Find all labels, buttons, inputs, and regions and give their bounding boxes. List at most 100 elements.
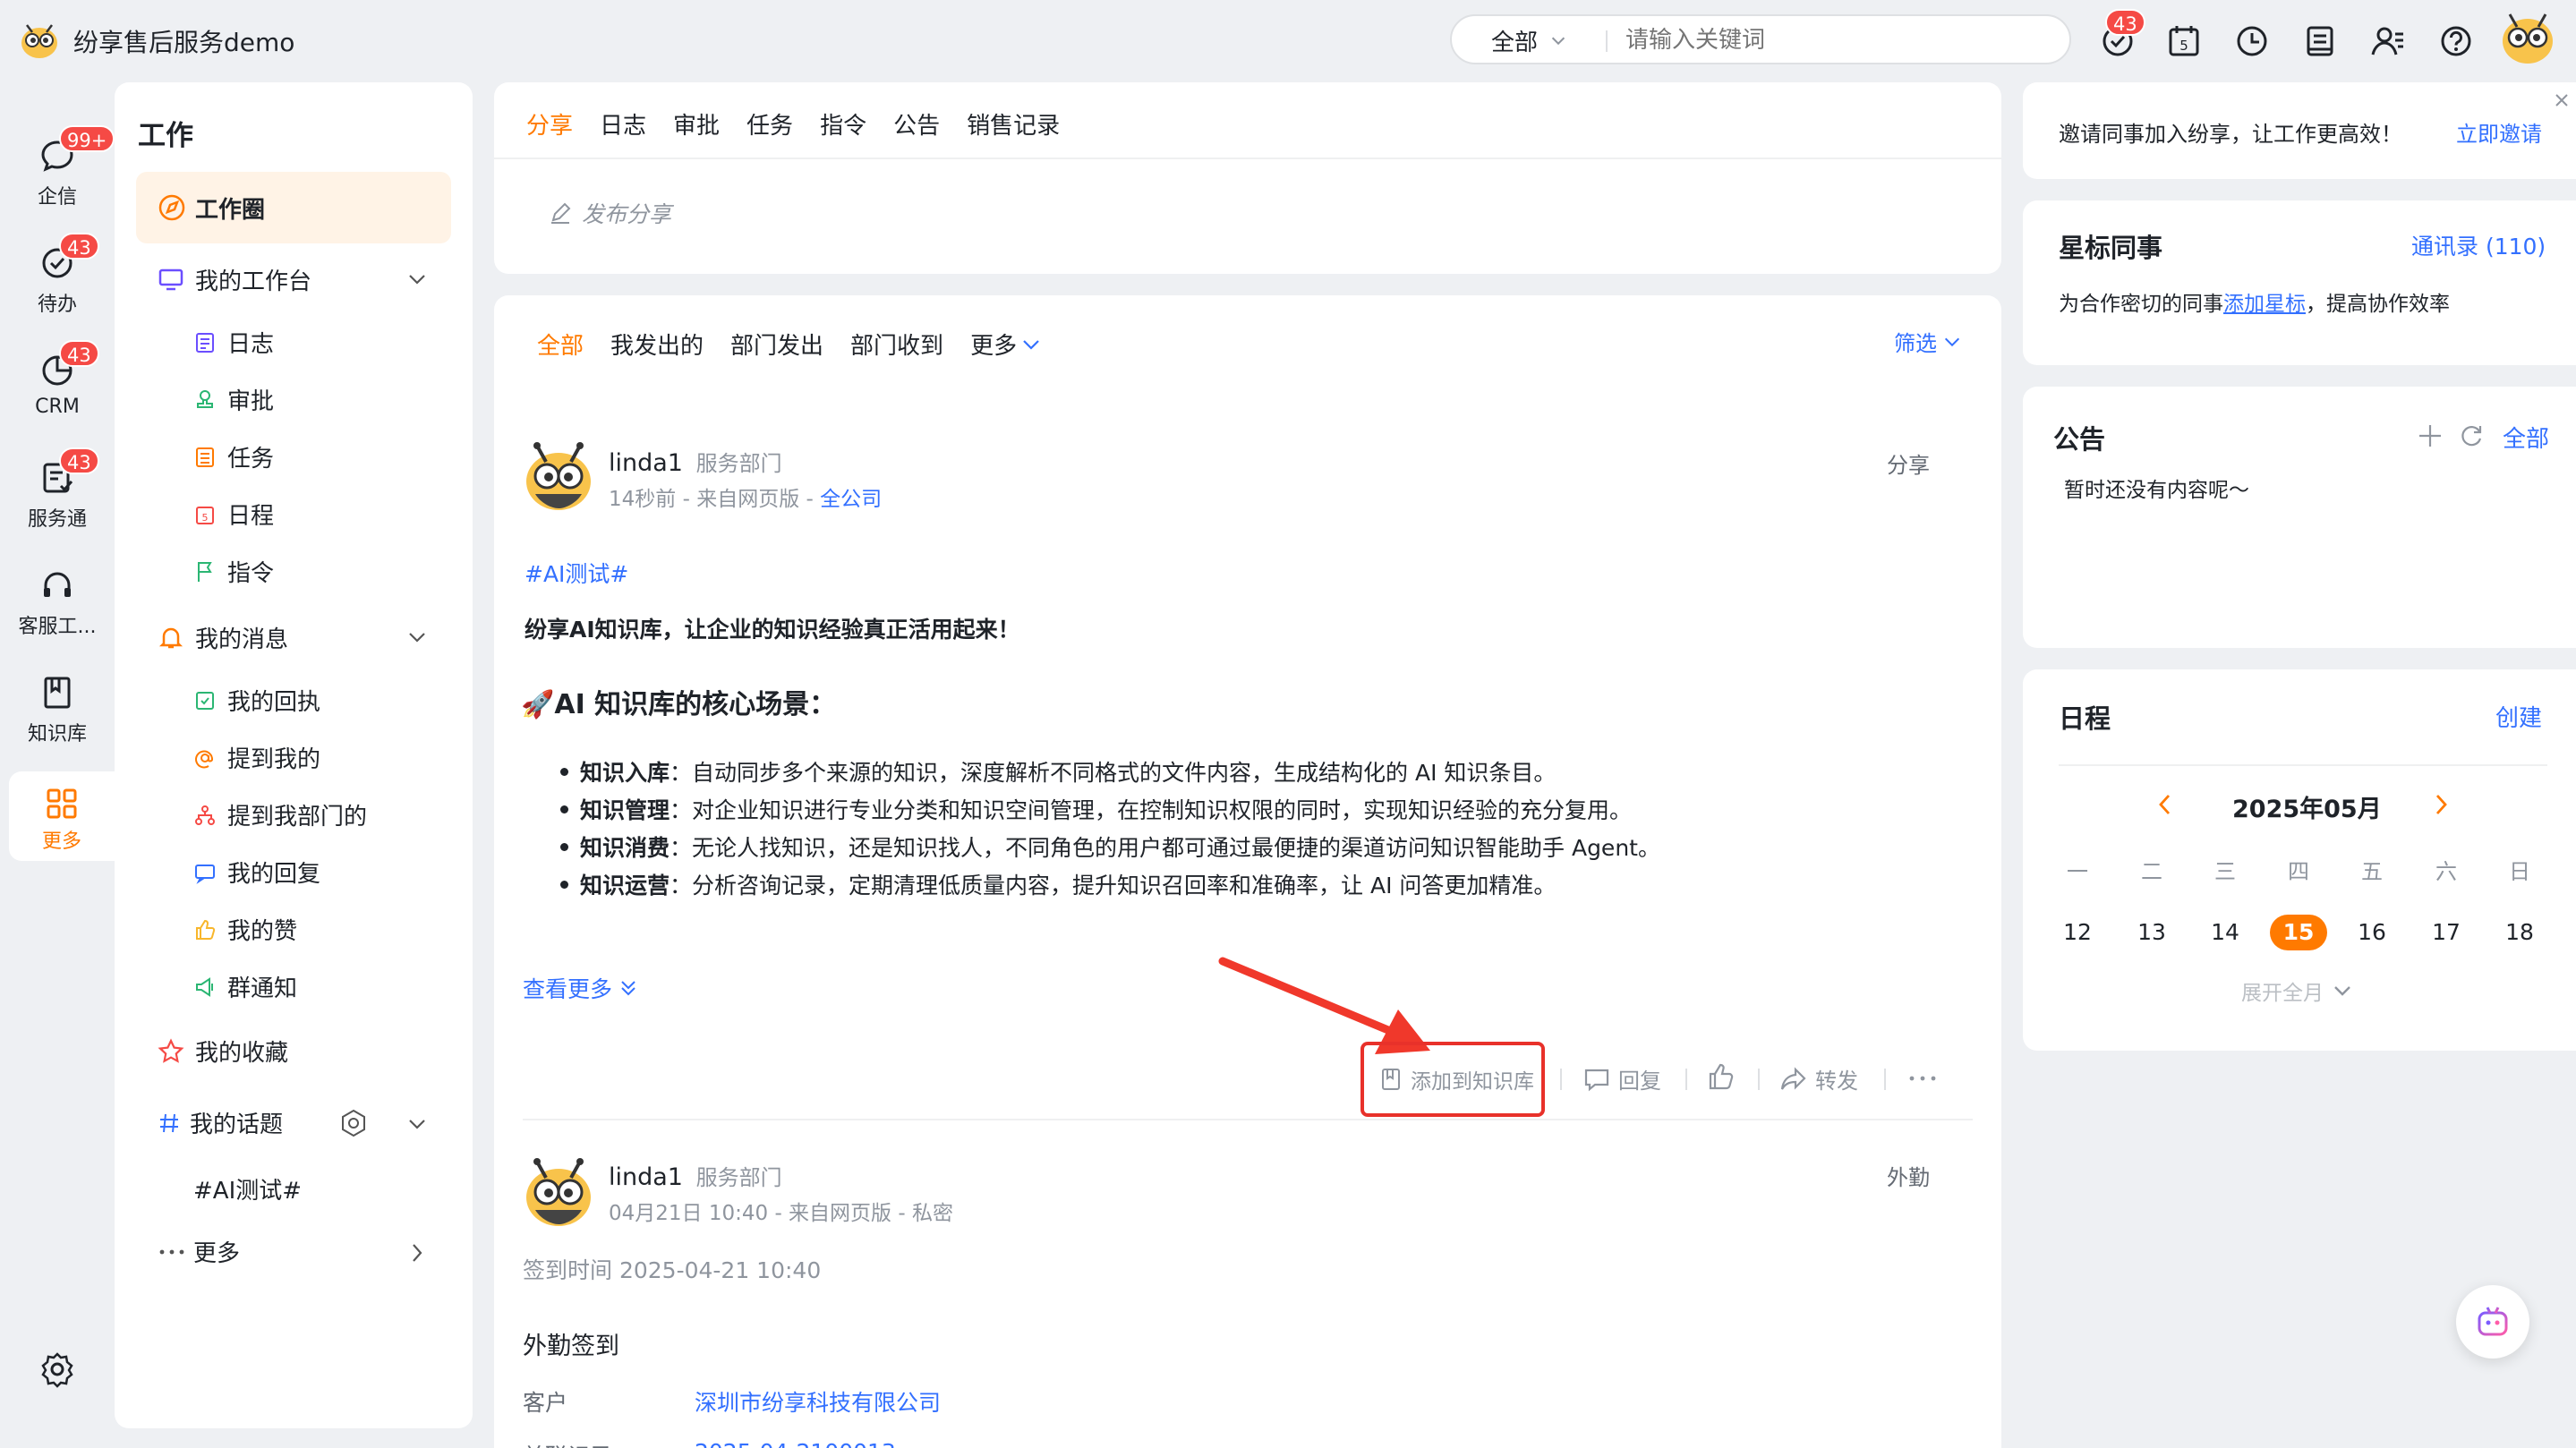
sidebar-item-schedule[interactable]: 5 日程 xyxy=(193,498,274,531)
tab-log[interactable]: 日志 xyxy=(600,107,646,141)
help-icon[interactable] xyxy=(2436,21,2476,61)
sidebar-item-dept-mentions[interactable]: 提到我部门的 xyxy=(193,798,367,831)
post-avatar[interactable] xyxy=(521,439,596,514)
contacts-link[interactable]: 通讯录 (110) xyxy=(2411,229,2546,261)
calendar-day[interactable]: 17 xyxy=(2418,915,2475,950)
post-author[interactable]: linda1 xyxy=(609,449,683,477)
post-scope-link[interactable]: 全公司 xyxy=(820,488,882,511)
next-month-icon[interactable] xyxy=(2427,791,2454,818)
prev-month-icon[interactable] xyxy=(2152,791,2179,818)
sidebar-item-command[interactable]: 指令 xyxy=(193,555,274,588)
sidebar-item-task[interactable]: 任务 xyxy=(193,440,274,473)
post-topic-link[interactable]: #AI测试# xyxy=(525,557,628,589)
post-author[interactable]: linda1 xyxy=(609,1163,683,1191)
search-scope-select[interactable]: 全部 xyxy=(1491,25,1568,56)
calendar-day[interactable]: 13 xyxy=(2123,915,2180,950)
calendar-day[interactable]: 12 xyxy=(2049,915,2106,950)
plus-icon[interactable] xyxy=(2417,422,2444,449)
ai-assistant-button[interactable] xyxy=(2456,1285,2529,1359)
calendar-day[interactable]: 18 xyxy=(2491,915,2548,950)
sidebar-item-mentions[interactable]: 提到我的 xyxy=(193,741,320,774)
invite-link[interactable]: 立即邀请 xyxy=(2456,116,2542,148)
like-icon[interactable] xyxy=(1706,1061,1736,1092)
tab-share[interactable]: 分享 xyxy=(526,107,573,141)
sidebar-item-work-circle[interactable]: 工作圈 xyxy=(136,172,451,243)
tab-task[interactable]: 任务 xyxy=(746,107,793,141)
add-to-knowledge-button[interactable]: 添加到知识库 xyxy=(1361,1042,1545,1117)
settings-icon[interactable] xyxy=(38,1350,77,1389)
forward-button[interactable]: 转发 xyxy=(1779,1063,1858,1095)
rail-badge: 43 xyxy=(59,447,99,474)
announcement-all-link[interactable]: 全部 xyxy=(2503,421,2549,454)
more-actions-icon[interactable] xyxy=(1906,1067,1939,1090)
sidebar-item-replies[interactable]: 我的回复 xyxy=(193,856,320,889)
bullet-term: 知识消费 xyxy=(580,835,670,861)
sidebar-item-group-notice[interactable]: 群通知 xyxy=(193,970,297,1003)
calendar-day-today[interactable]: 15 xyxy=(2270,915,2327,950)
sidebar-item-likes[interactable]: 我的赞 xyxy=(193,913,297,946)
search-divider xyxy=(1606,30,1608,52)
expand-month-button[interactable]: 展开全月 xyxy=(2241,975,2354,1006)
tab-approval[interactable]: 审批 xyxy=(673,107,720,141)
app-logo[interactable] xyxy=(18,18,61,61)
chevron-down-icon[interactable] xyxy=(405,267,430,292)
sidebar-item-more[interactable]: 更多 xyxy=(158,1235,240,1268)
chevron-right-icon[interactable] xyxy=(405,1240,430,1265)
rail-item-customer-service[interactable]: 客服工... xyxy=(0,566,115,639)
calendar-icon[interactable]: 5 xyxy=(2164,21,2204,61)
schedule-create-link[interactable]: 创建 xyxy=(2495,700,2542,733)
calendar-day[interactable]: 16 xyxy=(2343,915,2401,950)
sidebar-item-label: 日程 xyxy=(227,503,275,530)
sidebar-item-receipt[interactable]: 我的回执 xyxy=(193,684,320,717)
weekday-label: 四 xyxy=(2288,859,2309,884)
tab-sales-record[interactable]: 销售记录 xyxy=(967,107,1060,141)
sidebar-item-approval[interactable]: 审批 xyxy=(193,383,274,416)
calendar-day[interactable]: 14 xyxy=(2196,915,2254,950)
rail-item-todo[interactable]: 待办 xyxy=(0,243,115,317)
close-icon[interactable] xyxy=(2553,91,2571,109)
bullet-term: 知识入库 xyxy=(580,760,670,786)
tab-notice[interactable]: 公告 xyxy=(893,107,940,141)
starred-title: 星标同事 xyxy=(2059,233,2163,263)
notes-icon[interactable] xyxy=(2300,21,2340,61)
checkin-heading: 外勤签到 xyxy=(523,1333,619,1360)
chevron-down-icon[interactable] xyxy=(405,1112,430,1137)
rail-item-crm[interactable]: CRM xyxy=(0,351,115,418)
customer-link[interactable]: 深圳市纷享科技有限公司 xyxy=(695,1385,941,1418)
rail-item-more[interactable]: 更多 xyxy=(9,771,115,861)
search-scope-label: 全部 xyxy=(1491,29,1539,56)
monitor-icon xyxy=(158,266,184,293)
contacts-icon[interactable] xyxy=(2368,21,2408,61)
feed-card: 全部 我发出的 部门发出 部门收到 更多 筛选 linda1 服务部门 14秒前… xyxy=(494,295,2001,1448)
chevron-down-icon[interactable] xyxy=(405,625,430,650)
filter-button[interactable]: 筛选 xyxy=(1894,326,1962,357)
search-input[interactable] xyxy=(1625,23,2046,57)
filter-sent[interactable]: 我发出的 xyxy=(610,328,704,361)
thumbs-up-icon xyxy=(193,918,217,941)
bullet-text: ：对企业知识进行专业分类和知识空间管理，在控制知识权限的同时，实现知识经验的充分… xyxy=(670,797,1633,823)
filter-more[interactable]: 更多 xyxy=(970,328,1042,361)
user-avatar[interactable] xyxy=(2497,7,2558,68)
sidebar-item-log[interactable]: 日志 xyxy=(193,326,274,359)
rail-item-service[interactable]: 服务通 xyxy=(0,458,115,532)
sidebar-group-topics[interactable]: 我的话题 xyxy=(158,1106,283,1139)
filter-dept-sent[interactable]: 部门发出 xyxy=(730,328,823,361)
flag-icon xyxy=(193,560,217,583)
sidebar-item-favorites[interactable]: 我的收藏 xyxy=(158,1035,288,1068)
clock-icon[interactable] xyxy=(2232,21,2272,61)
rail-item-knowledge[interactable]: 知识库 xyxy=(0,673,115,746)
see-more-link[interactable]: 查看更多 xyxy=(523,972,639,1004)
add-star-link[interactable]: 添加星标 xyxy=(2223,293,2306,316)
publish-input[interactable]: 发布分享 xyxy=(548,197,671,229)
filter-all[interactable]: 全部 xyxy=(537,328,584,361)
sidebar-item-topic[interactable]: #AI测试# xyxy=(193,1172,302,1205)
filter-dept-received[interactable]: 部门收到 xyxy=(850,328,943,361)
refresh-icon[interactable] xyxy=(2458,422,2485,449)
publish-placeholder: 发布分享 xyxy=(582,201,672,227)
reply-button[interactable]: 回复 xyxy=(1582,1063,1661,1095)
related-link[interactable]: 2025-04-2100013 xyxy=(695,1439,896,1448)
post-avatar[interactable] xyxy=(521,1154,596,1230)
sidebar-item-label: 工作圈 xyxy=(195,196,266,224)
tab-command[interactable]: 指令 xyxy=(820,107,866,141)
topic-settings-icon[interactable] xyxy=(338,1108,369,1138)
